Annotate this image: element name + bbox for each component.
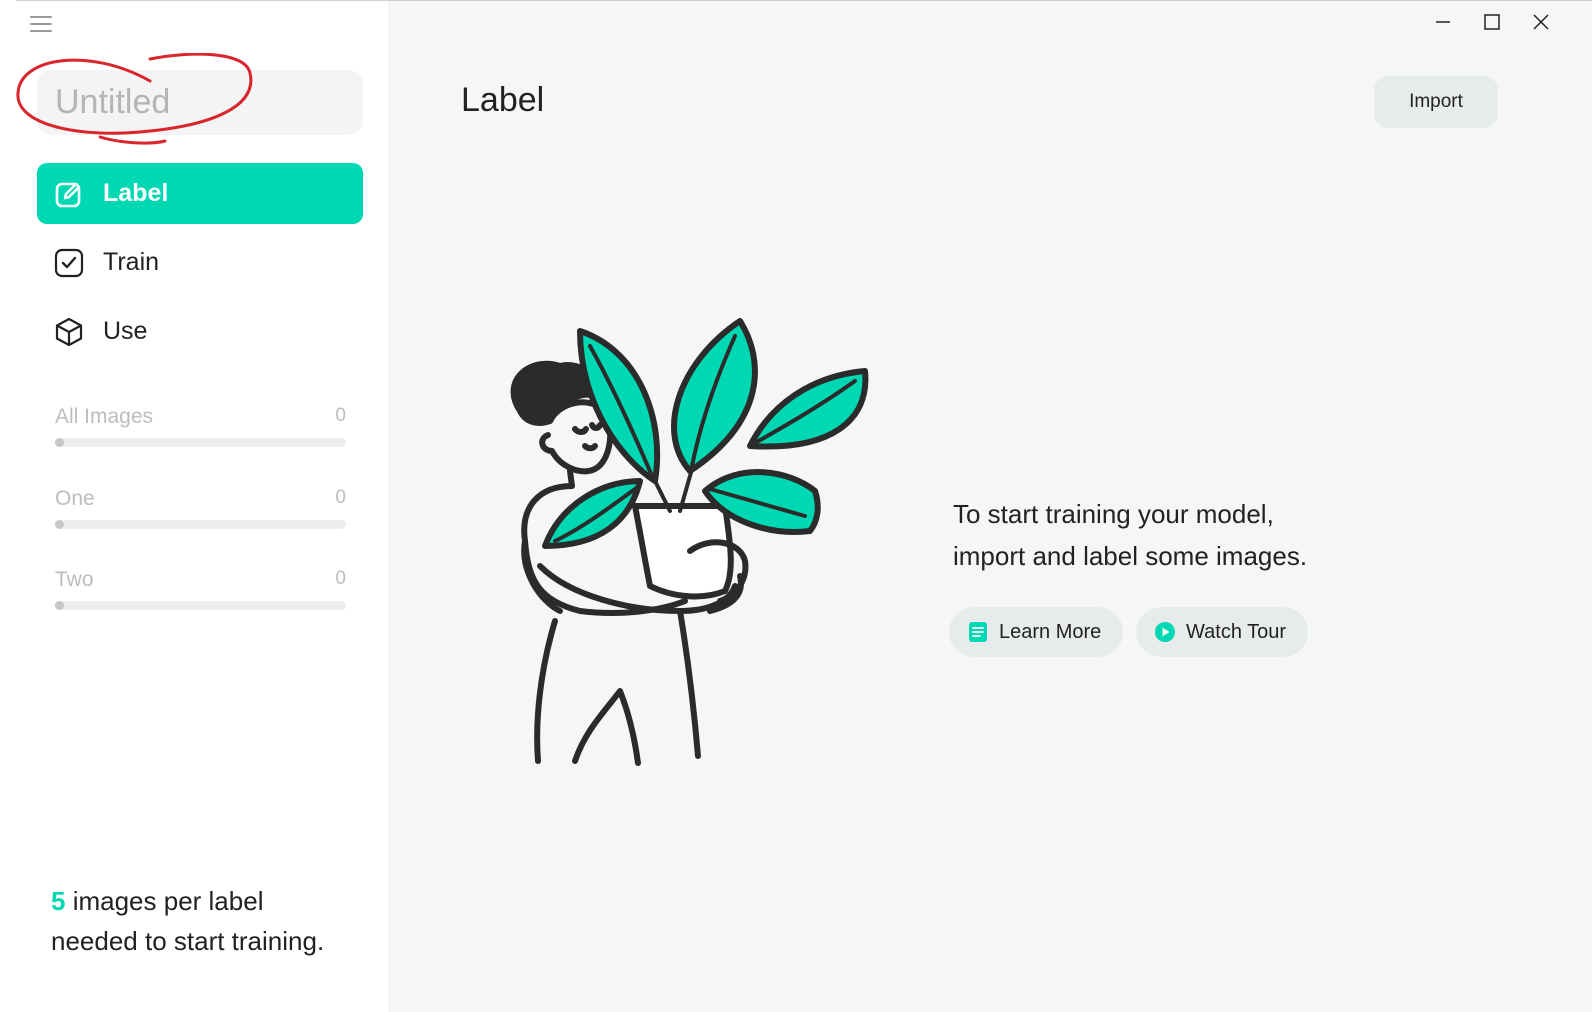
- hint-text-line1: images per label: [65, 886, 264, 916]
- stat-count: 0: [335, 568, 346, 589]
- stat-name: One: [55, 487, 95, 510]
- hint-number: 5: [51, 886, 66, 916]
- menu-icon[interactable]: [30, 16, 52, 34]
- sidebar: Label Train Use All Images 0: [16, 1, 388, 1012]
- nav-item-train[interactable]: Train: [37, 232, 363, 293]
- watch-tour-button[interactable]: Watch Tour: [1136, 607, 1309, 657]
- app-window: Label Train Use All Images 0: [16, 0, 1592, 1012]
- stat-two[interactable]: Two 0: [55, 568, 346, 614]
- close-icon[interactable]: [1526, 9, 1556, 35]
- import-button[interactable]: Import: [1374, 76, 1498, 128]
- page-title: Label: [461, 81, 545, 119]
- nav-item-label[interactable]: Label: [37, 163, 363, 224]
- main-content: Label Import To start training your mode…: [388, 1, 1592, 1012]
- progress-track: [55, 438, 346, 447]
- watch-tour-label: Watch Tour: [1186, 620, 1287, 643]
- nav-item-use[interactable]: Use: [37, 301, 363, 362]
- stat-one[interactable]: One 0: [55, 487, 346, 533]
- edit-icon: [53, 178, 85, 210]
- hint-text-line2: needed to start training.: [51, 926, 325, 956]
- stat-name: Two: [55, 568, 94, 591]
- message-line2: import and label some images.: [953, 541, 1308, 571]
- message-line1: To start training your model,: [953, 499, 1274, 529]
- document-icon: [967, 621, 989, 643]
- project-title-input[interactable]: [37, 70, 363, 135]
- cube-icon: [53, 316, 85, 348]
- stat-count: 0: [335, 487, 346, 508]
- nav-label: Use: [103, 317, 148, 345]
- progress-fill: [55, 601, 64, 610]
- minimize-icon[interactable]: [1428, 9, 1458, 35]
- progress-track: [55, 520, 346, 529]
- checkbox-icon: [53, 247, 85, 279]
- play-icon: [1154, 621, 1176, 643]
- maximize-icon[interactable]: [1477, 9, 1507, 35]
- nav-label: Label: [103, 179, 169, 207]
- nav-label: Train: [103, 248, 160, 276]
- stat-count: 0: [335, 405, 346, 426]
- person-with-plant-illustration: [510, 318, 869, 766]
- learn-more-button[interactable]: Learn More: [949, 607, 1124, 657]
- progress-track: [55, 601, 346, 610]
- stat-name: All Images: [55, 405, 154, 428]
- stat-all-images[interactable]: All Images 0: [55, 405, 346, 451]
- learn-more-label: Learn More: [999, 620, 1102, 643]
- training-hint: 5 images per label needed to start train…: [51, 881, 371, 961]
- progress-fill: [55, 520, 64, 529]
- empty-state-message: To start training your model, import and…: [953, 493, 1307, 577]
- progress-fill: [55, 438, 64, 447]
